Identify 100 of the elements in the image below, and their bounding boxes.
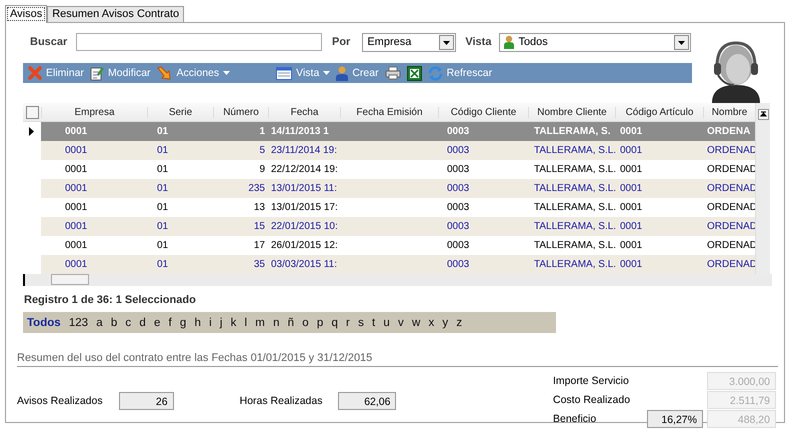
letter-filter[interactable]: n bbox=[273, 316, 280, 328]
table-cell: ORDENAD bbox=[707, 183, 758, 194]
scroll-top-icon[interactable] bbox=[758, 109, 768, 120]
letter-filter[interactable]: 123 bbox=[68, 316, 88, 328]
table-cell: 0001 bbox=[65, 145, 88, 156]
select-all-checkbox[interactable] bbox=[26, 106, 39, 118]
column-header[interactable]: Fecha bbox=[268, 106, 340, 118]
table-cell: ORDENAD bbox=[707, 240, 758, 251]
refresh-icon bbox=[428, 66, 443, 80]
horizontal-scrollbar[interactable] bbox=[23, 274, 772, 286]
window-icon bbox=[276, 66, 292, 80]
table-row[interactable]: 0001 01 15 22/01/2015 10: 0003 TALLERAMA, S.L. 0001 ORDENAD bbox=[23, 217, 755, 236]
letter-filter[interactable]: c bbox=[125, 316, 132, 328]
letter-filter[interactable]: z bbox=[456, 316, 462, 328]
column-header[interactable]: Fecha Emisión bbox=[340, 106, 438, 118]
table-cell: 0001 bbox=[620, 145, 642, 156]
column-header[interactable]: Código Artículo bbox=[615, 106, 703, 118]
table-cell: 0001 bbox=[65, 183, 88, 194]
vista-label: Vista bbox=[465, 36, 492, 48]
summary-title: Resumen del uso del contrato entre las Fechas 01/01/2015 y 31/12/2015 bbox=[17, 352, 778, 367]
record-status: Registro 1 de 36: 1 Seleccionado bbox=[24, 294, 197, 306]
table-cell: 17 bbox=[254, 240, 265, 251]
table-cell: 0001 bbox=[620, 221, 642, 232]
letter-filter[interactable]: y bbox=[442, 316, 448, 328]
table-cell: TALLERAMA, S.L. bbox=[534, 221, 616, 232]
table-cell: 0001 bbox=[65, 240, 88, 251]
letter-filter[interactable]: f bbox=[168, 316, 172, 328]
column-header[interactable]: Número bbox=[213, 106, 268, 118]
table-cell: 0001 bbox=[65, 221, 88, 232]
letter-filter[interactable]: a bbox=[96, 316, 103, 328]
letter-filter[interactable]: p bbox=[316, 316, 324, 328]
letter-filter[interactable]: j bbox=[220, 316, 222, 328]
letter-filter[interactable]: ñ bbox=[288, 316, 294, 328]
column-header[interactable]: Empresa bbox=[41, 106, 147, 118]
table-cell: TALLERAMA, S.L. bbox=[534, 202, 616, 213]
tab[interactable]: Resumen Avisos Contrato bbox=[47, 6, 184, 22]
table-row[interactable]: 0001 01 235 13/01/2015 11: 0003 TALLERAMA, S.L. 0001 ORDENAD bbox=[23, 179, 755, 198]
column-header[interactable]: Nombre Cliente bbox=[528, 106, 615, 118]
current-row-icon bbox=[29, 127, 34, 136]
search-label: Buscar bbox=[30, 36, 68, 48]
letter-filter[interactable]: k bbox=[230, 316, 236, 328]
letter-filter[interactable]: u bbox=[383, 316, 390, 328]
table-cell: 01 bbox=[157, 259, 168, 270]
letter-filter[interactable]: e bbox=[154, 316, 160, 328]
vista-dropdown[interactable]: Todos bbox=[499, 32, 692, 52]
horas-field[interactable]: 62,06 bbox=[338, 392, 396, 410]
letter-filter[interactable]: o bbox=[302, 316, 309, 328]
table-cell: ORDENAD bbox=[707, 259, 758, 270]
search-field[interactable] bbox=[76, 33, 322, 51]
letter-filter[interactable]: Todos bbox=[27, 316, 61, 328]
summary-label: Beneficio bbox=[553, 413, 598, 425]
letter-filter[interactable]: h bbox=[194, 316, 201, 328]
table-cell: TALLERAMA, S.L. bbox=[534, 145, 616, 156]
avisos-label: Avisos Realizados bbox=[17, 395, 103, 407]
por-dropdown[interactable]: Empresa bbox=[362, 32, 456, 52]
letter-filter[interactable]: r bbox=[346, 316, 350, 328]
table-cell: 0001 bbox=[620, 259, 642, 270]
letter-filter[interactable]: v bbox=[398, 316, 404, 328]
scroll-thumb[interactable] bbox=[51, 274, 89, 285]
table-cell: 01 bbox=[157, 164, 168, 175]
letter-filter[interactable]: s bbox=[358, 316, 364, 328]
avisos-field[interactable]: 26 bbox=[118, 392, 174, 410]
table-cell: 01 bbox=[157, 183, 168, 194]
table-cell: 9 bbox=[259, 164, 265, 175]
close-icon bbox=[28, 66, 42, 80]
letter-filter[interactable]: t bbox=[372, 316, 376, 328]
letter-filter[interactable]: g bbox=[180, 316, 186, 328]
table-cell: 01 bbox=[157, 240, 168, 251]
table-cell: 0003 bbox=[447, 145, 470, 156]
letter-filter[interactable]: w bbox=[412, 316, 420, 328]
por-label: Por bbox=[332, 36, 350, 48]
person-icon bbox=[504, 35, 514, 49]
table-cell: 01 bbox=[157, 145, 168, 156]
letter-filter[interactable]: x bbox=[428, 316, 434, 328]
spreadsheet-icon bbox=[406, 66, 422, 80]
column-header[interactable]: Código Cliente bbox=[438, 106, 528, 118]
table-cell: 22/12/2014 19: bbox=[271, 164, 338, 175]
table-row[interactable]: 0001 01 5 23/11/2014 19: 0003 TALLERAMA, S.L. 0001 ORDENAD bbox=[23, 141, 755, 160]
vertical-scrollbar[interactable] bbox=[755, 103, 770, 274]
letter-filter[interactable]: d bbox=[139, 316, 146, 328]
table-cell: 23/11/2014 19: bbox=[271, 145, 337, 156]
letter-filter[interactable]: m bbox=[255, 316, 265, 328]
table-cell: ORDENAD bbox=[707, 202, 758, 213]
letter-filter[interactable]: i bbox=[209, 316, 212, 328]
table-cell: 0001 bbox=[65, 164, 88, 175]
tab[interactable]: Avisos bbox=[5, 5, 48, 23]
table-cell: 1 bbox=[259, 126, 265, 137]
notepad-pencil-icon bbox=[90, 66, 104, 80]
table-cell: 235 bbox=[248, 183, 265, 194]
table-cell: 13/01/2015 17: bbox=[271, 202, 338, 213]
table-cell: 0001 bbox=[65, 126, 88, 137]
table-cell: ORDENAD bbox=[707, 145, 758, 156]
letter-filter[interactable]: q bbox=[331, 316, 338, 328]
table-row[interactable]: 0001 01 35 03/03/2015 11: 0003 TALLERAMA, S.L. 0001 ORDENAD bbox=[23, 255, 755, 274]
letter-filter[interactable]: b bbox=[110, 316, 118, 328]
person-icon bbox=[336, 66, 348, 80]
letter-filter[interactable]: l bbox=[244, 316, 248, 328]
arrow-icon bbox=[156, 66, 173, 80]
table-cell: 35 bbox=[254, 259, 265, 270]
column-header[interactable]: Serie bbox=[147, 106, 213, 118]
